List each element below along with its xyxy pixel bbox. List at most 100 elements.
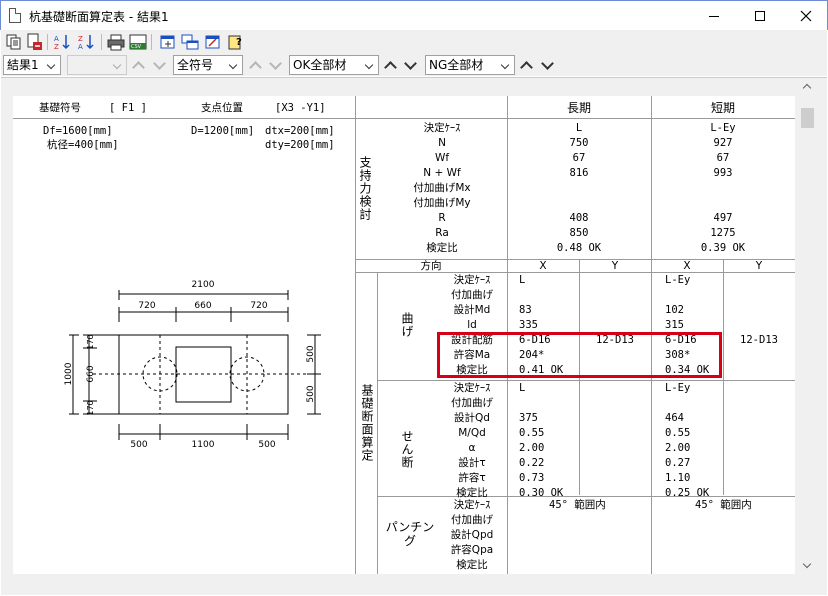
result-select[interactable]: 結果1 bbox=[3, 55, 61, 75]
long-term-header: 長期 bbox=[566, 101, 591, 115]
support-row-label: 決定ｹｰｽ bbox=[423, 122, 461, 134]
bending-long-x: 83 bbox=[519, 304, 532, 316]
maximize-button[interactable] bbox=[737, 1, 783, 31]
symbol-value: [ F1 ] bbox=[109, 102, 147, 114]
export-icon[interactable] bbox=[25, 33, 43, 51]
dir-short-y: Y bbox=[755, 260, 763, 272]
punching-row-label: 決定ｹｰｽ bbox=[453, 499, 491, 511]
scroll-thumb[interactable] bbox=[801, 108, 814, 128]
shear-row-label: 許容τ bbox=[458, 472, 486, 484]
prev-up-icon bbox=[130, 57, 146, 73]
add-window-icon[interactable] bbox=[159, 33, 177, 51]
window-title: 杭基礎断面算定表 - 結果1 bbox=[29, 10, 169, 24]
highlight-box bbox=[437, 332, 722, 378]
shear-long-x: 0.55 bbox=[519, 427, 545, 439]
maximize-icon bbox=[755, 11, 765, 21]
svg-text:CSV: CSV bbox=[131, 44, 142, 50]
support-long-value: 67 bbox=[572, 152, 586, 164]
punching-row-label: 付加曲げ bbox=[451, 514, 493, 526]
support-section-label: 支持力検討 bbox=[358, 156, 372, 221]
shear-short-x: 464 bbox=[665, 412, 684, 424]
bending-row-label: 付加曲げ bbox=[451, 289, 493, 301]
sort-ascending-icon[interactable]: AZ bbox=[53, 33, 71, 51]
shear-long-x: 0.73 bbox=[519, 472, 545, 484]
chevron-down-icon bbox=[44, 56, 60, 74]
shear-row-label: 設計Qd bbox=[454, 412, 490, 424]
ok-prev-button[interactable] bbox=[382, 57, 398, 73]
dim-total-width: 2100 bbox=[192, 280, 215, 290]
shear-long-x: 0.22 bbox=[519, 457, 545, 469]
dir-long-x: X bbox=[539, 260, 547, 272]
bending-short-x: 102 bbox=[665, 304, 684, 316]
dim-bottom-2: 500 bbox=[258, 440, 275, 450]
minimize-button[interactable] bbox=[691, 1, 737, 31]
minimize-icon bbox=[709, 15, 719, 17]
shear-long-x: 2.00 bbox=[519, 442, 545, 454]
shear-long-x: L bbox=[519, 382, 526, 394]
multi-window-icon[interactable] bbox=[181, 33, 199, 51]
sort-descending-icon[interactable]: ZA bbox=[77, 33, 95, 51]
support-row-label: Ra bbox=[435, 227, 449, 239]
ng-member-select[interactable]: NG全部材 bbox=[425, 55, 515, 75]
direction-label: 方向 bbox=[420, 260, 442, 272]
foundation-drawing: 2100 720 660 720 500 1100 500 1000 170 6… bbox=[64, 280, 321, 450]
shear-short-x: 1.10 bbox=[665, 472, 691, 484]
svg-text:?: ? bbox=[236, 37, 242, 48]
ng-prev-button[interactable] bbox=[518, 57, 534, 73]
document-icon bbox=[9, 8, 21, 23]
shear-short-x: 2.00 bbox=[665, 442, 691, 454]
vertical-scrollbar[interactable] bbox=[799, 78, 816, 574]
support-short-value: 497 bbox=[713, 212, 733, 224]
chevron-down-icon bbox=[498, 56, 514, 74]
help-icon[interactable]: ? bbox=[227, 33, 245, 51]
csv-icon[interactable]: CSV bbox=[129, 33, 147, 51]
support-long-value: L bbox=[575, 122, 583, 134]
copy-icon[interactable] bbox=[5, 33, 23, 51]
symbol-next-icon bbox=[267, 57, 283, 73]
dim-top-1: 660 bbox=[194, 301, 211, 311]
close-icon bbox=[800, 10, 812, 22]
symbol-prev-icon bbox=[247, 57, 263, 73]
bending-short-x: L-Ey bbox=[665, 274, 691, 286]
pile-dia-param: 杭径=400[mm] bbox=[47, 139, 119, 151]
punching-row-label: 検定比 bbox=[456, 559, 488, 571]
shear-label: せん断 bbox=[400, 430, 414, 469]
short-term-header: 短期 bbox=[710, 101, 735, 115]
symbol-select[interactable]: 全符号 bbox=[173, 55, 243, 75]
print-icon[interactable] bbox=[107, 33, 125, 51]
result-sheet: 基礎符号 [ F1 ] 支点位置 [X3 -Y1] 長期 短期 Df=1600[… bbox=[13, 96, 795, 574]
support-short-value: L-Ey bbox=[710, 122, 736, 134]
support-long-value: 750 bbox=[569, 137, 589, 149]
support-long-value: 0.48 OK bbox=[556, 242, 602, 254]
ok-next-button[interactable] bbox=[402, 57, 418, 73]
toolbar-separator bbox=[151, 34, 152, 50]
shear-short-x: L-Ey bbox=[665, 382, 691, 394]
dim-top-0: 720 bbox=[138, 301, 155, 311]
chevron-down-icon bbox=[362, 56, 378, 74]
shear-short-x: 0.55 bbox=[665, 427, 691, 439]
ok-member-select[interactable]: OK全部材 bbox=[289, 55, 379, 75]
punching-short-value: 45° 範囲内 bbox=[695, 499, 752, 511]
dim-left-2: 170 bbox=[86, 400, 95, 415]
dtx-param: dtx=200[mm] bbox=[265, 125, 335, 137]
shear-long-x: 375 bbox=[519, 412, 538, 424]
bending-short-x: 315 bbox=[665, 319, 684, 331]
position-value: [X3 -Y1] bbox=[275, 102, 326, 114]
bending-row-label: 決定ｹｰｽ bbox=[453, 274, 491, 286]
close-button[interactable] bbox=[783, 1, 828, 31]
punching-row-label: 設計Qpd bbox=[450, 529, 494, 541]
dty-param: dty=200[mm] bbox=[265, 139, 335, 151]
bending-label: 曲げ bbox=[400, 312, 414, 338]
shear-row-label: 決定ｹｰｽ bbox=[453, 382, 491, 394]
dim-top-2: 720 bbox=[250, 301, 267, 311]
scroll-down-icon[interactable] bbox=[799, 557, 816, 574]
scroll-up-icon[interactable] bbox=[799, 78, 816, 95]
edit-window-icon[interactable] bbox=[204, 33, 222, 51]
svg-text:A: A bbox=[78, 43, 83, 51]
punching-long-value: 45° 範囲内 bbox=[549, 499, 606, 511]
d-param: D=1200[mm] bbox=[191, 125, 255, 137]
bending-long-x: 335 bbox=[519, 319, 538, 331]
ng-next-button[interactable] bbox=[539, 57, 555, 73]
punching-label: パンチング bbox=[385, 520, 435, 548]
dim-bottom-0: 500 bbox=[130, 440, 147, 450]
